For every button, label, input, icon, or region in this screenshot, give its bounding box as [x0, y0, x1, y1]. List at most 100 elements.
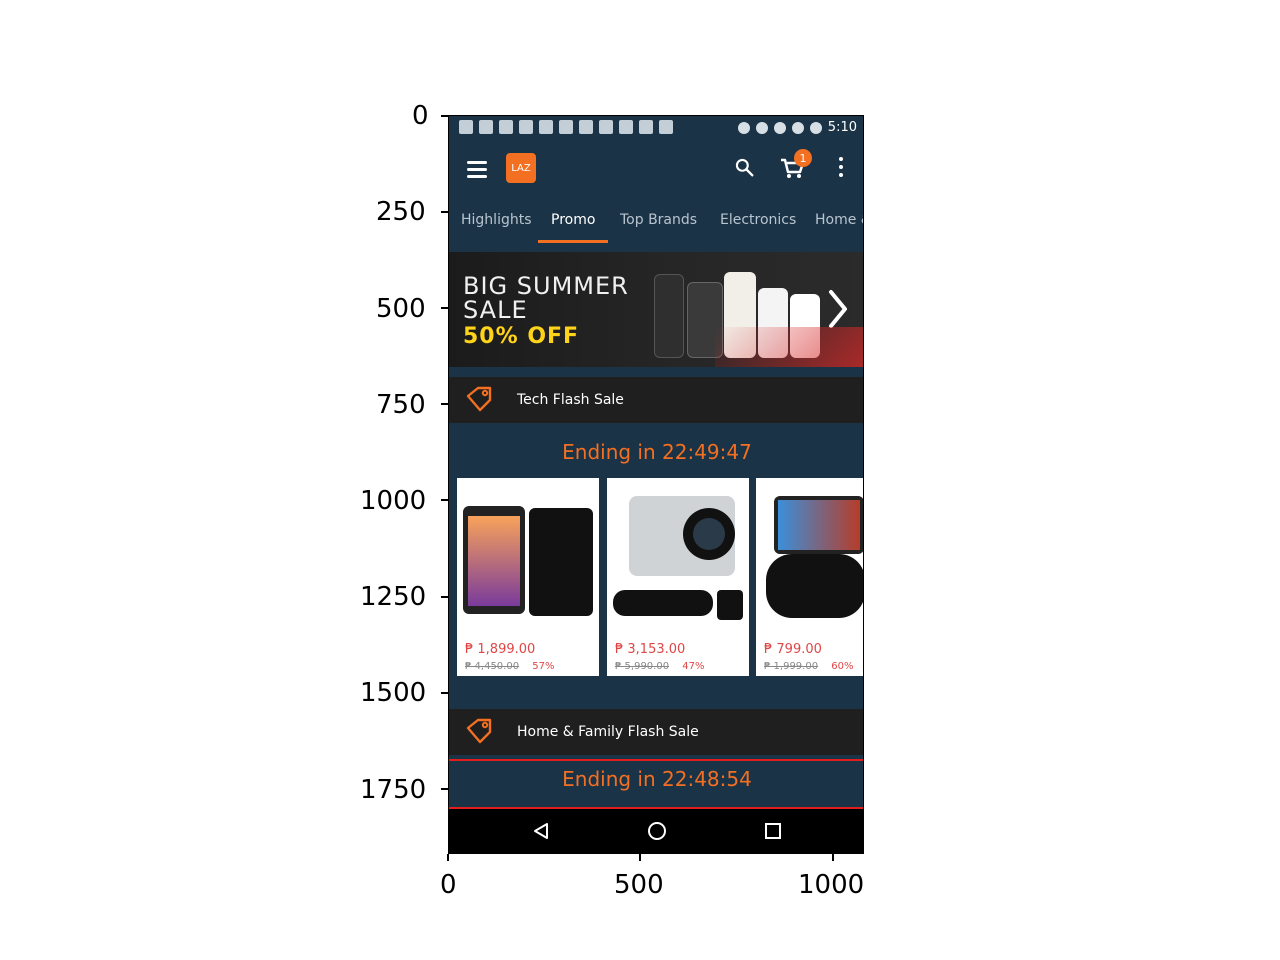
app-icon	[559, 120, 573, 134]
tab-promo[interactable]: Promo	[551, 212, 595, 228]
x-tick	[447, 854, 449, 861]
product-bottle	[654, 274, 684, 358]
tab-home[interactable]: Home &	[815, 212, 863, 228]
tab-highlights[interactable]: Highlights	[461, 212, 532, 228]
tag-icon	[466, 718, 492, 744]
category-tabs: Highlights Promo Top Brands Electronics …	[449, 199, 863, 244]
y-tick-label: 500	[376, 294, 426, 324]
y-tick	[441, 596, 448, 598]
wifi-icon	[773, 121, 786, 134]
y-tick	[441, 499, 448, 501]
discount-percent: 60%	[831, 661, 854, 672]
x-tick-label: 1000	[798, 870, 865, 900]
facebook-icon	[479, 120, 493, 134]
y-tick-label: 1750	[360, 775, 427, 805]
product-tube	[687, 282, 723, 358]
bluetooth-icon	[737, 121, 750, 134]
y-tick-label: 0	[412, 101, 429, 131]
banner-products-image	[654, 266, 824, 358]
original-price: ₱ 5,990.00	[615, 661, 670, 672]
product-card[interactable]: ₱ 799.00 ₱ 1,999.00 60%	[756, 478, 863, 676]
tab-top-brands[interactable]: Top Brands	[620, 212, 697, 228]
app-icon	[579, 120, 593, 134]
promo-banner[interactable]: BIG SUMMER SALE 50% OFF	[449, 252, 863, 367]
y-tick-label: 250	[376, 197, 426, 227]
y-tick	[441, 115, 448, 117]
original-price: ₱ 1,999.00	[764, 661, 819, 672]
discount-percent: 57%	[532, 661, 555, 672]
y-tick-label: 1500	[360, 678, 427, 708]
banner-title-line2: SALE	[463, 296, 528, 324]
y-tick	[441, 692, 448, 694]
y-tick-label: 1250	[360, 582, 427, 612]
product-image-tablet	[457, 478, 599, 628]
product-bottle	[758, 288, 788, 358]
message-icon	[459, 120, 473, 134]
menu-icon[interactable]	[467, 161, 487, 178]
highlight-outline	[449, 759, 863, 809]
y-tick-label: 1000	[360, 486, 427, 516]
section-title: Home & Family Flash Sale	[517, 724, 699, 740]
y-tick	[441, 403, 448, 405]
search-icon[interactable]	[734, 157, 754, 177]
banner-discount: 50% OFF	[463, 324, 580, 349]
signal-icon	[791, 121, 804, 134]
app-icon	[499, 120, 513, 134]
lazada-logo[interactable]: LAZ	[506, 153, 536, 183]
product-old-price: ₱ 4,450.00 57%	[465, 661, 555, 672]
app-icon	[659, 120, 673, 134]
home-family-flash-sale-header[interactable]: Home & Family Flash Sale	[449, 709, 863, 755]
android-nav-bar	[449, 809, 863, 853]
y-tick-label: 750	[376, 390, 426, 420]
app-icon	[539, 120, 553, 134]
product-price: ₱ 1,899.00	[465, 642, 536, 657]
product-price: ₱ 799.00	[764, 642, 822, 657]
app-icon	[519, 120, 533, 134]
product-carousel: ₱ 1,899.00 ₱ 4,450.00 57% ₱ 3,153.00 ₱ 5…	[457, 478, 863, 676]
product-price: ₱ 3,153.00	[615, 642, 686, 657]
chevron-right-icon[interactable]	[825, 286, 851, 332]
y-tick	[441, 307, 448, 309]
original-price: ₱ 4,450.00	[465, 661, 520, 672]
y-tick	[441, 788, 448, 790]
tab-electronics[interactable]: Electronics	[720, 212, 796, 228]
recent-apps-icon[interactable]	[765, 823, 781, 839]
x-tick	[639, 854, 641, 861]
phone-screen: 5:10 LAZ 1 Highlights Promo Top Brands E…	[448, 115, 864, 854]
status-system-icons: 5:10	[737, 120, 857, 135]
countdown: Ending in 22:49:47	[562, 440, 752, 464]
product-image-game-controller	[756, 478, 863, 628]
banner-title-line1: BIG SUMMER	[463, 272, 629, 300]
back-icon[interactable]	[533, 822, 549, 840]
tech-flash-sale-area: Ending in 22:49:47 ₱ 1,899.00 ₱ 4,450.00…	[449, 423, 863, 693]
status-notification-icons	[459, 120, 673, 134]
product-card[interactable]: ₱ 3,153.00 ₱ 5,990.00 47%	[607, 478, 749, 676]
do-not-disturb-icon	[755, 121, 768, 134]
cart-badge: 1	[794, 149, 812, 167]
product-card[interactable]: ₱ 1,899.00 ₱ 4,450.00 57%	[457, 478, 599, 676]
product-bottle	[724, 272, 756, 358]
tech-flash-sale-header[interactable]: Tech Flash Sale	[449, 377, 863, 423]
x-tick-label: 500	[614, 870, 664, 900]
status-time: 5:10	[827, 120, 857, 135]
section-title: Tech Flash Sale	[517, 392, 624, 408]
product-image-action-camera	[607, 478, 749, 628]
x-tick	[832, 854, 834, 861]
battery-icon	[809, 121, 822, 134]
status-bar: 5:10	[449, 116, 863, 139]
home-icon[interactable]	[648, 822, 666, 840]
active-tab-indicator	[538, 240, 608, 243]
product-deodorant	[790, 294, 820, 358]
app-icon	[619, 120, 633, 134]
x-tick-label: 0	[440, 870, 457, 900]
app-bar: LAZ 1	[449, 139, 863, 199]
product-old-price: ₱ 5,990.00 47%	[615, 661, 705, 672]
tag-icon	[466, 386, 492, 412]
y-tick	[441, 211, 448, 213]
logo-text: LAZ	[511, 162, 531, 174]
product-old-price: ₱ 1,999.00 60%	[764, 661, 854, 672]
app-icon	[639, 120, 653, 134]
discount-percent: 47%	[682, 661, 705, 672]
more-vert-icon[interactable]	[838, 157, 844, 179]
app-icon	[599, 120, 613, 134]
